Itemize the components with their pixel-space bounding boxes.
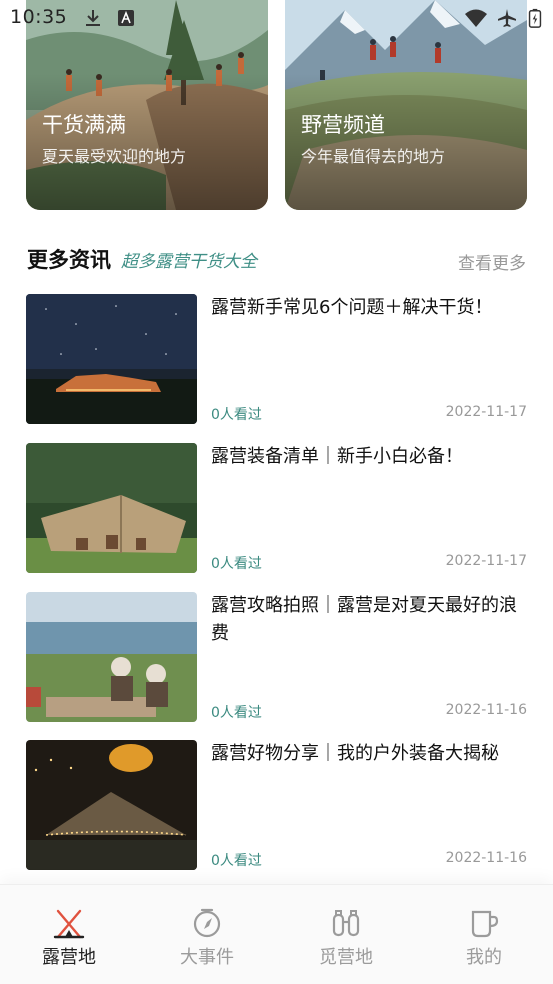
status-time: 10:35: [10, 6, 68, 28]
compass-icon: [193, 908, 221, 938]
news-title: 露营攻略拍照｜露营是对夏天最好的浪费: [211, 595, 517, 644]
wifi-icon: [465, 9, 487, 27]
lantern-tent-thumbnail: [26, 740, 197, 870]
news-item[interactable]: 露营攻略拍照｜露营是对夏天最好的浪费 0人看过 2022-11-16: [26, 592, 527, 722]
airplane-mode-icon: [498, 9, 516, 27]
status-bar: 10:35: [0, 0, 553, 38]
night-camp-thumbnail: [26, 294, 197, 424]
section-tagline: 超多露营干货大全: [121, 252, 257, 272]
tab-label: 我的: [466, 947, 502, 968]
news-date: 2022-11-17: [445, 553, 527, 569]
news-date: 2022-11-16: [445, 702, 527, 718]
news-view-count: 0人看过: [211, 705, 262, 721]
binoculars-icon: [332, 910, 360, 937]
app-notification-icon: [118, 10, 134, 26]
seaside-picnic-thumbnail: [26, 592, 197, 722]
news-title: 露营装备清单｜新手小白必备！: [211, 446, 463, 467]
news-title: 露营新手常见6个问题＋解决干货！: [211, 297, 493, 318]
tab-label: 露营地: [42, 947, 96, 968]
news-item[interactable]: 露营好物分享｜我的户外装备大揭秘 0人看过 2022-11-16: [26, 740, 527, 870]
card-title: 干货满满: [42, 113, 126, 137]
battery-charging-icon: [528, 8, 542, 28]
card-title: 野营频道: [301, 113, 385, 137]
cup-icon: [471, 910, 499, 938]
card-subtitle: 夏天最受欢迎的地方: [42, 147, 187, 166]
news-view-count: 0人看过: [211, 556, 262, 572]
tent-icon: [53, 909, 85, 939]
news-title: 露营好物分享｜我的户外装备大揭秘: [211, 743, 499, 764]
news-view-count: 0人看过: [211, 407, 262, 423]
tab-find-campsite[interactable]: 觅营地: [291, 885, 401, 984]
news-item[interactable]: 露营装备清单｜新手小白必备！ 0人看过 2022-11-17: [26, 443, 527, 573]
news-item[interactable]: 露营新手常见6个问题＋解决干货！ 0人看过 2022-11-17: [26, 294, 527, 424]
download-icon: [86, 10, 100, 26]
tab-events[interactable]: 大事件: [152, 885, 262, 984]
news-date: 2022-11-16: [445, 850, 527, 866]
card-subtitle: 今年最值得去的地方: [301, 147, 446, 166]
tab-label: 大事件: [180, 947, 234, 968]
bottom-tab-bar: 露营地 大事件 觅营地 我的: [0, 884, 553, 984]
tab-mine[interactable]: 我的: [429, 885, 539, 984]
see-more-link[interactable]: 查看更多: [458, 249, 526, 274]
tab-label: 觅营地: [319, 947, 373, 968]
news-view-count: 0人看过: [211, 853, 262, 869]
section-title: 更多资讯: [27, 248, 111, 272]
news-date: 2022-11-17: [445, 404, 527, 420]
tab-campsite[interactable]: 露营地: [14, 885, 124, 984]
canopy-tent-thumbnail: [26, 443, 197, 573]
